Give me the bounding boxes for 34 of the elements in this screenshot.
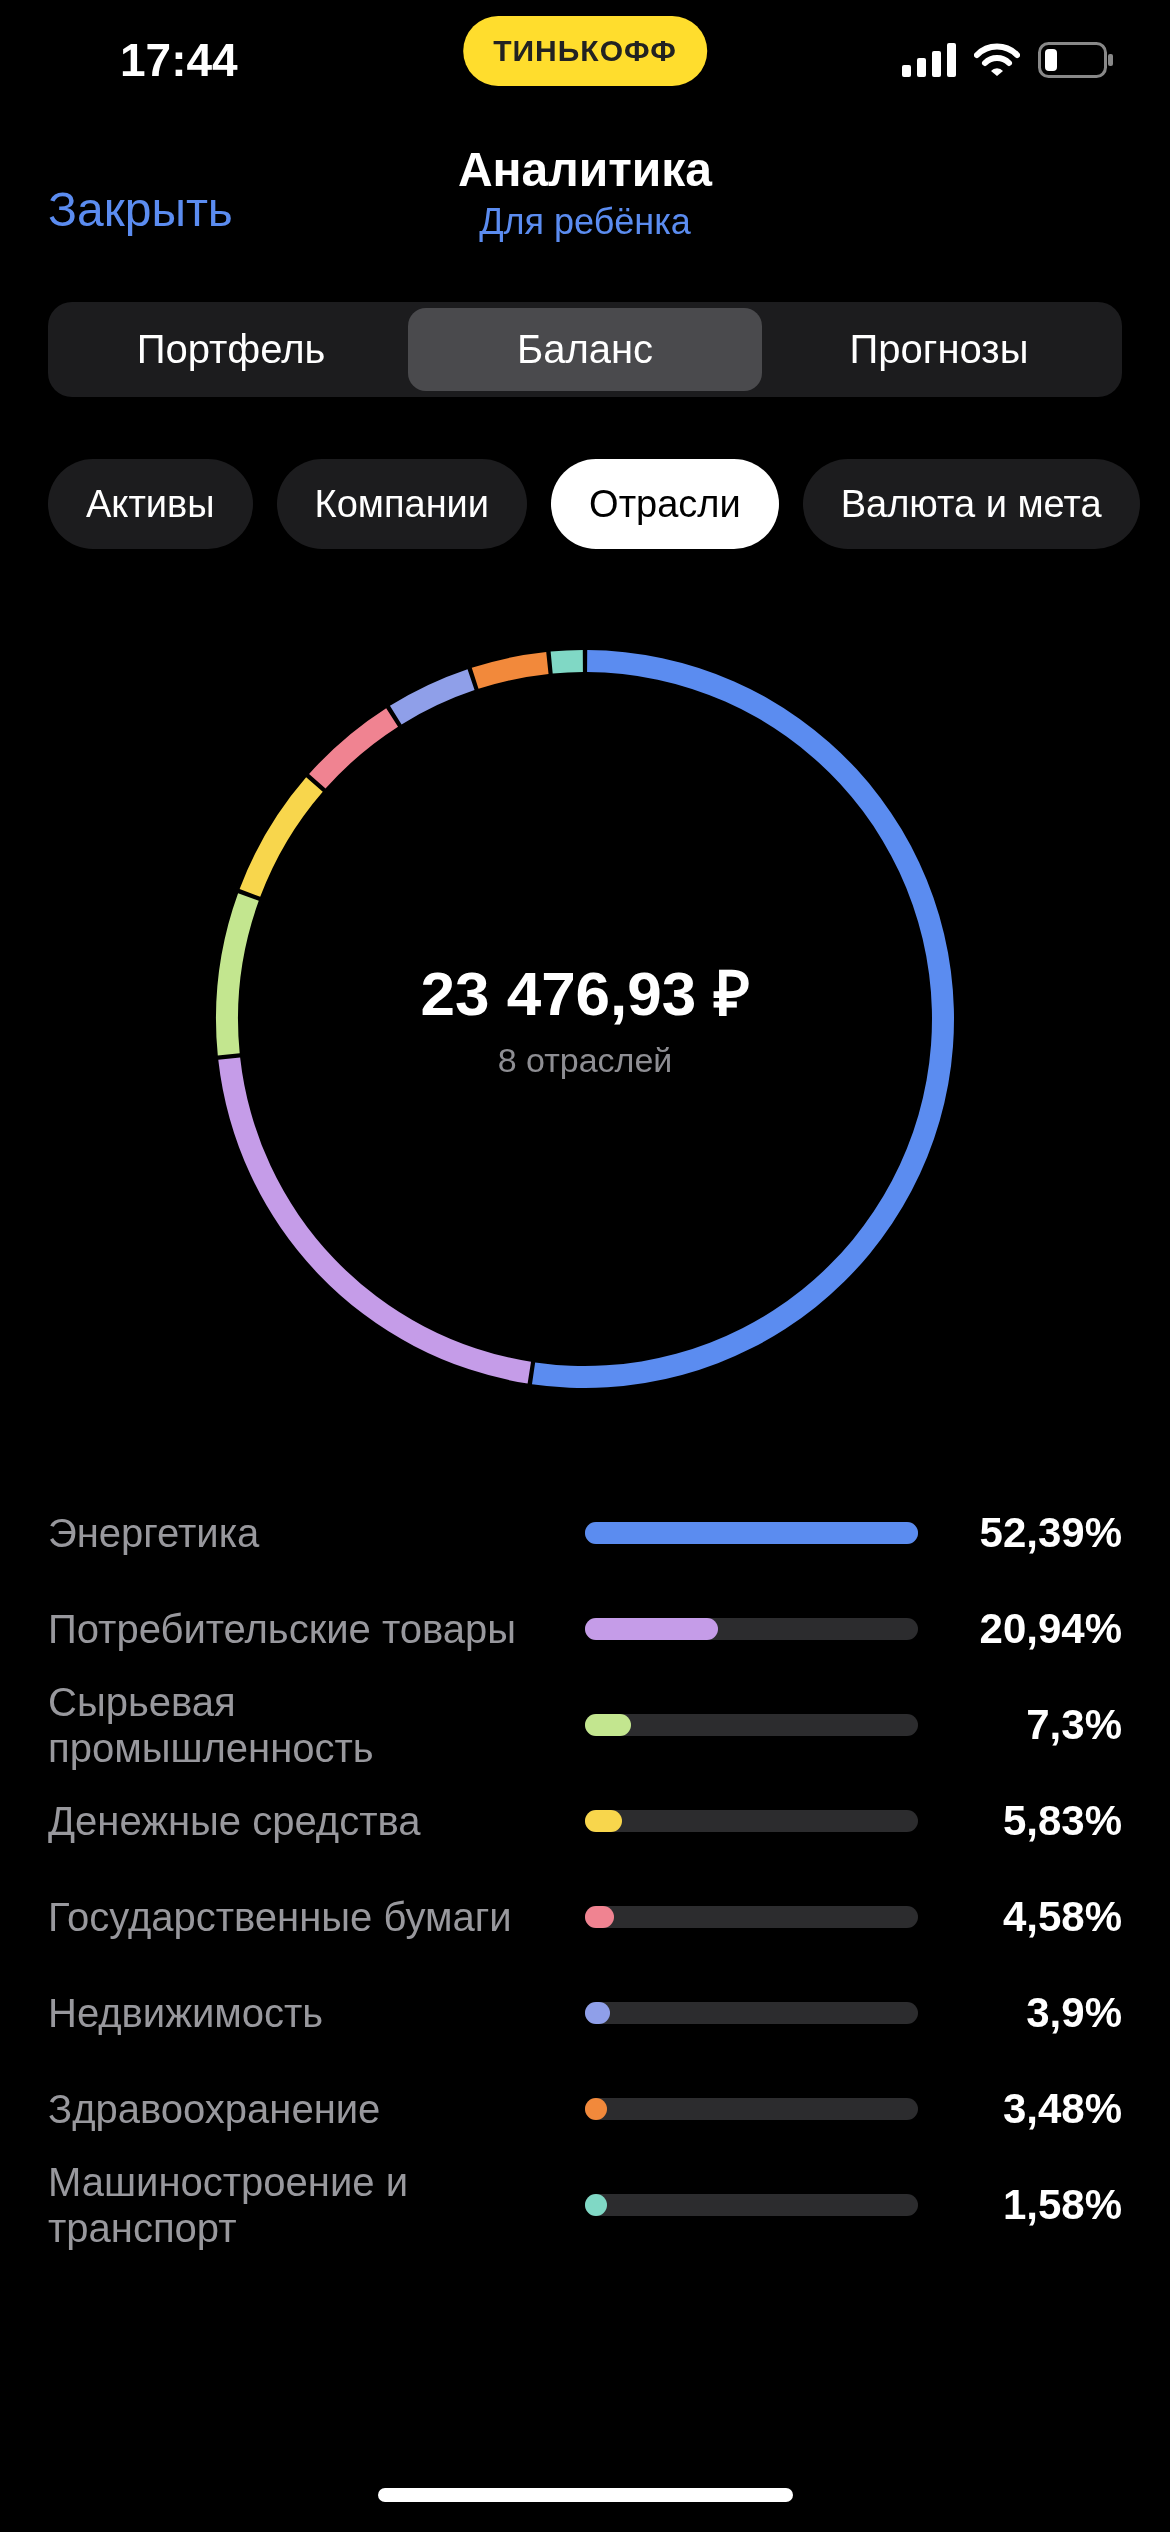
filter-chip[interactable]: Валюта и мета bbox=[802, 459, 1140, 549]
battery-icon bbox=[1038, 42, 1114, 78]
sector-label: Сырьевая промышленность bbox=[48, 1679, 375, 1771]
close-button[interactable]: Закрыть bbox=[48, 182, 233, 237]
sector-label: Здравоохранение bbox=[48, 2086, 382, 2132]
brand-logo: ТИНЬКОФФ bbox=[463, 16, 707, 86]
segment-tab[interactable]: Портфель bbox=[54, 308, 408, 391]
sector-label: Энергетика bbox=[48, 1510, 261, 1556]
sector-percent: 1,58% bbox=[1001, 2181, 1122, 2229]
filter-chip[interactable]: Компании bbox=[276, 459, 528, 549]
sector-percent: 5,83% bbox=[1001, 1797, 1122, 1845]
sector-label: Государственные бумаги bbox=[48, 1894, 513, 1940]
screen-subtitle: Для ребёнка bbox=[479, 201, 691, 243]
segment-tab[interactable]: Баланс bbox=[408, 308, 762, 391]
sector-label: Машиностроение и транспорт bbox=[48, 2159, 409, 2251]
sector-percent: 3,9% bbox=[1025, 1989, 1122, 2037]
sector-label: Недвижимость bbox=[48, 1990, 325, 2036]
sector-label: Потребительские товары bbox=[48, 1606, 518, 1652]
filter-chip[interactable]: Отрасли bbox=[551, 459, 779, 549]
segment-tab[interactable]: Прогнозы bbox=[762, 308, 1116, 391]
sector-count: 8 отраслей bbox=[497, 1041, 673, 1080]
filter-chip[interactable]: Активы bbox=[48, 459, 253, 549]
status-time: 17:44 bbox=[120, 33, 238, 87]
sector-percent: 7,3% bbox=[1025, 1701, 1122, 1749]
sector-percent: 3,48% bbox=[1001, 2085, 1122, 2133]
home-indicator[interactable] bbox=[377, 2488, 793, 2502]
wifi-icon bbox=[974, 43, 1020, 77]
sector-label: Денежные средства bbox=[48, 1798, 422, 1844]
sector-percent: 4,58% bbox=[1001, 1893, 1122, 1941]
sector-percent: 52,39% bbox=[978, 1509, 1122, 1557]
sector-percent: 20,94% bbox=[978, 1605, 1122, 1653]
screen-title: Аналитика bbox=[457, 142, 713, 197]
signal-icon bbox=[902, 43, 956, 77]
total-amount: 23 476,93 ₽ bbox=[420, 958, 750, 1030]
